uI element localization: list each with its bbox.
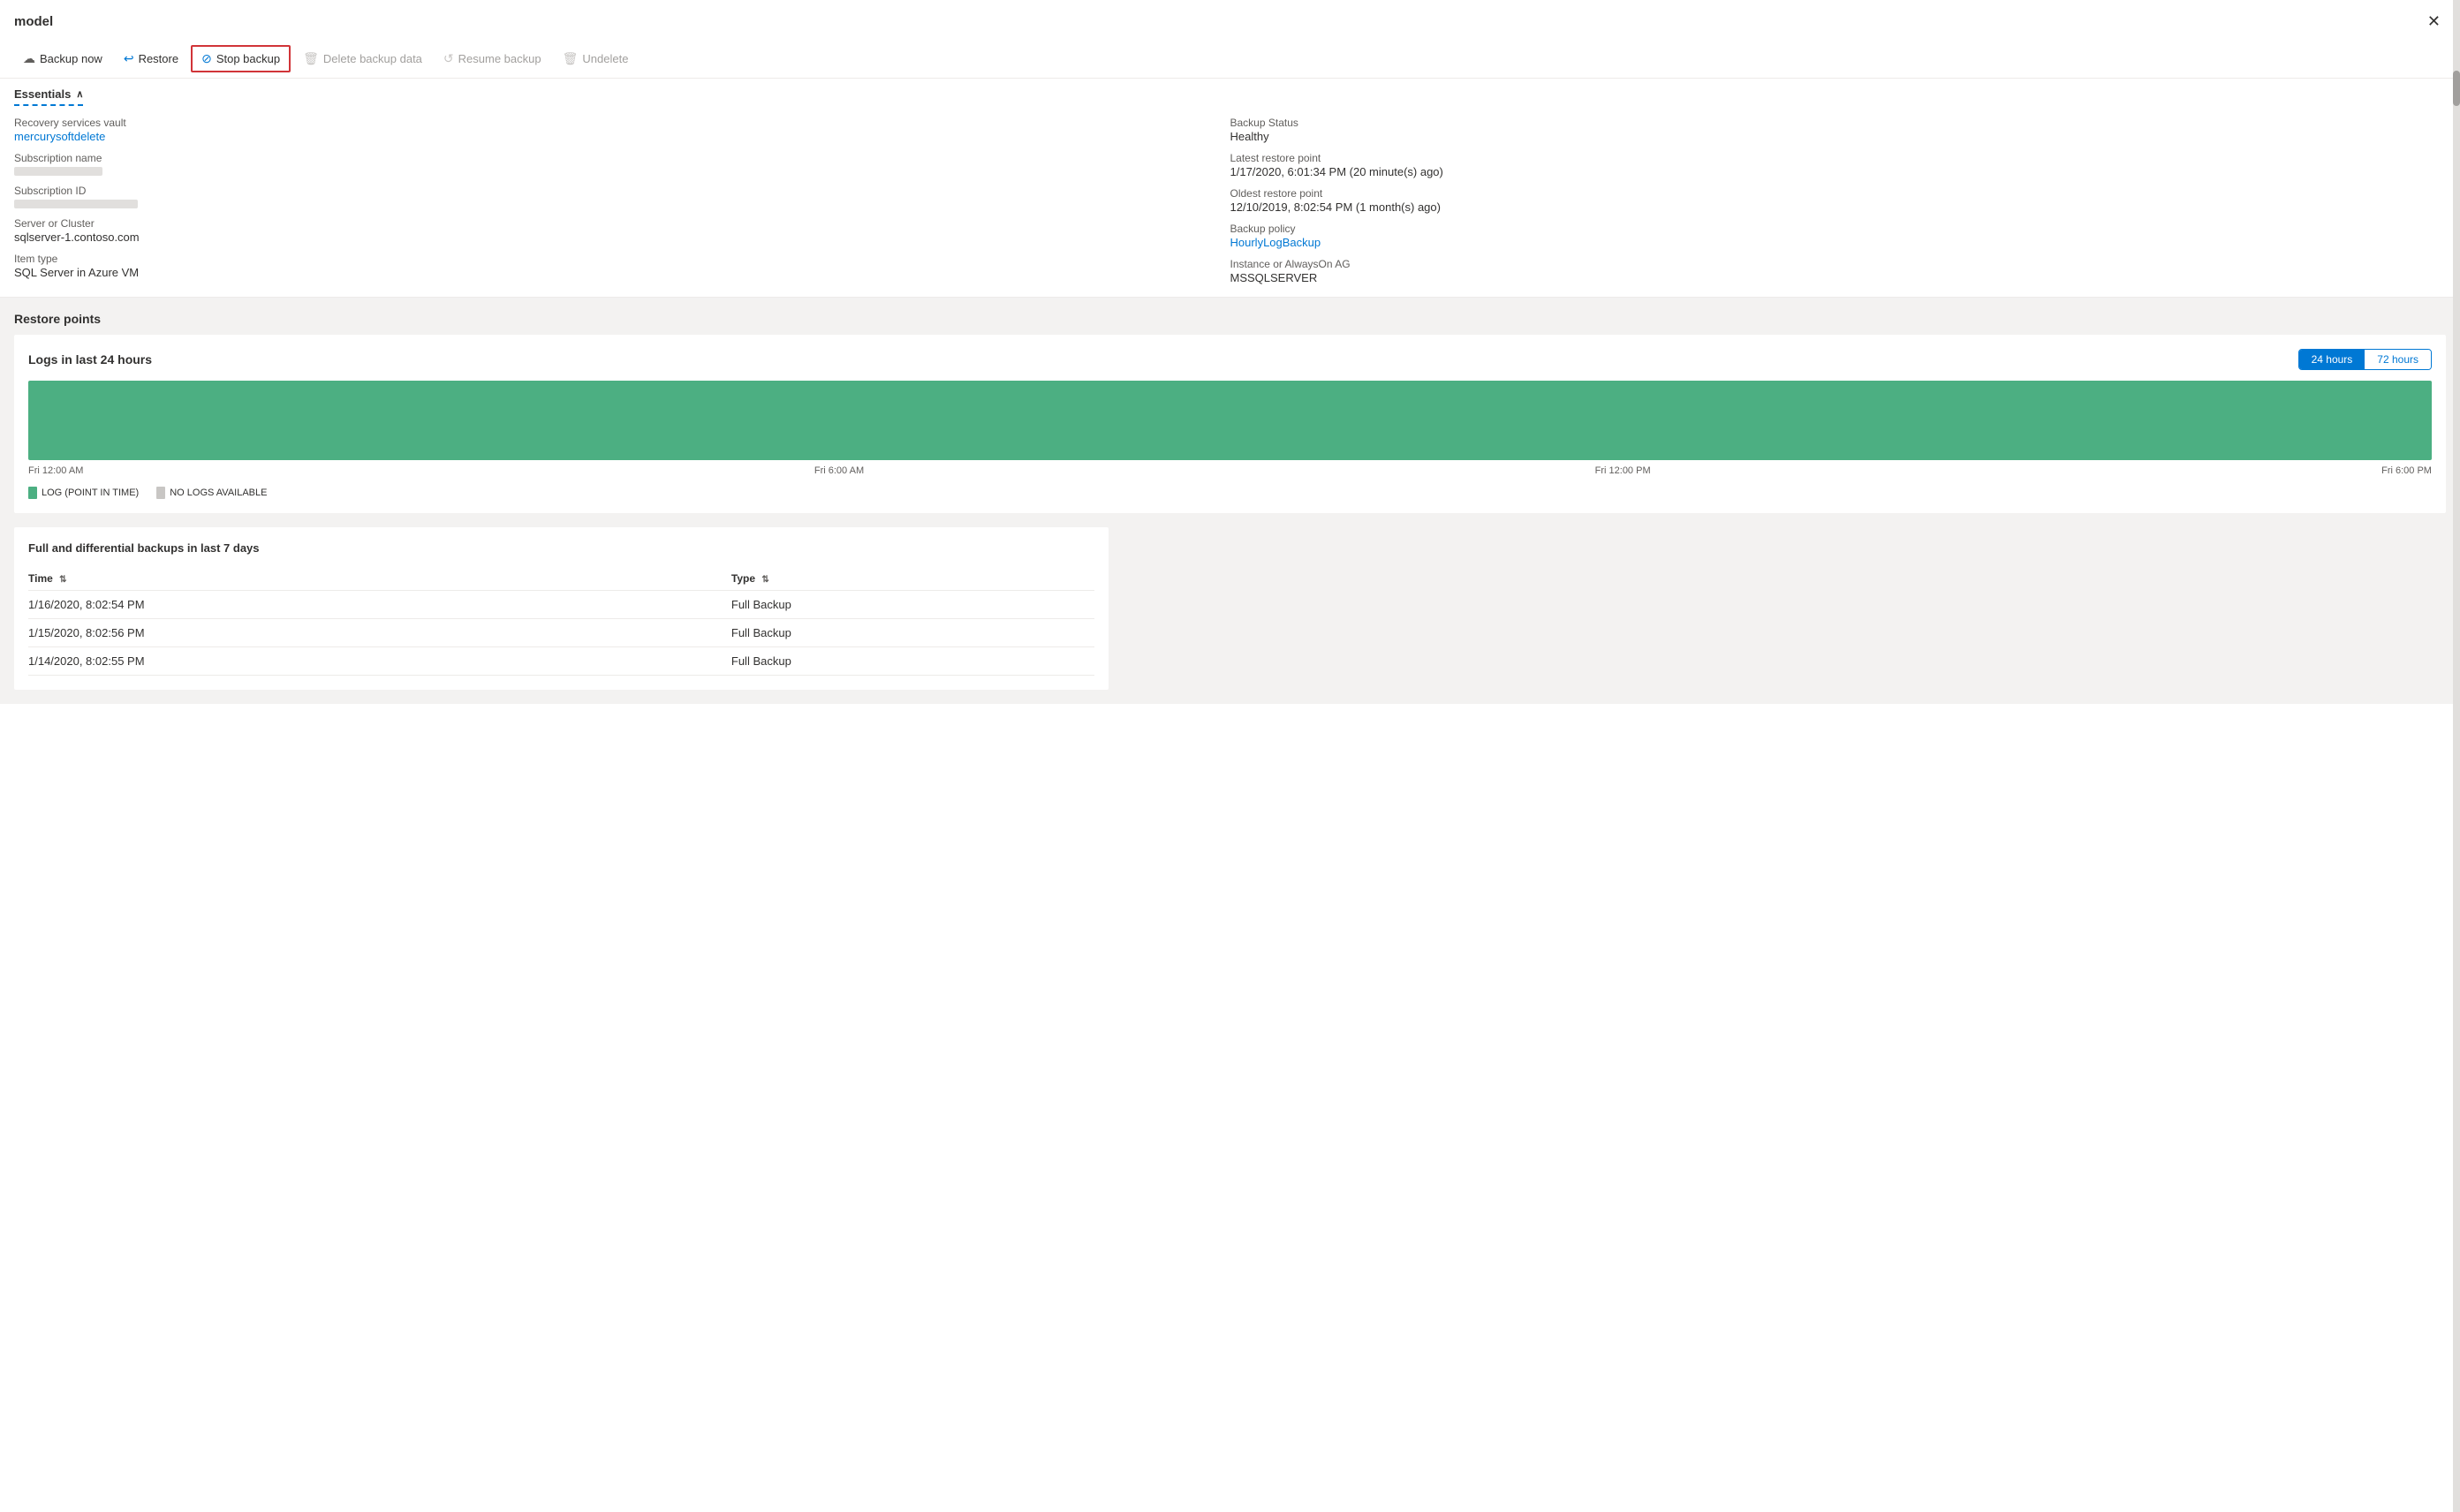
latest-restore-field: Latest restore point 1/17/2020, 6:01:34 …	[1230, 152, 2447, 178]
recovery-vault-field: Recovery services vault mercurysoftdelet…	[14, 117, 1230, 143]
backups-table-title: Full and differential backups in last 7 …	[28, 541, 1094, 555]
subscription-name-value	[14, 167, 102, 176]
backup-policy-field: Backup policy HourlyLogBackup	[1230, 223, 2447, 249]
legend-item-no-logs: NO LOGS AVAILABLE	[156, 487, 267, 499]
scrollbar-thumb	[2453, 71, 2460, 106]
toolbar: ☁ Backup now ↩ Restore ⊘ Stop backup 🗑 D…	[0, 40, 2460, 79]
type-sort-icon: ⇅	[761, 575, 768, 585]
stop-backup-icon: ⊘	[201, 51, 212, 66]
backup-time-cell: 1/15/2020, 8:02:56 PM	[28, 619, 731, 647]
instance-field: Instance or AlwaysOn AG MSSQLSERVER	[1230, 258, 2447, 284]
undelete-button[interactable]: 🗑 Undelete	[554, 47, 638, 71]
restore-icon: ↩	[124, 51, 134, 66]
log-chart-bar	[28, 381, 2432, 460]
essentials-left: Recovery services vault mercurysoftdelet…	[14, 117, 1230, 284]
backup-now-button[interactable]: ☁ Backup now	[14, 47, 111, 71]
restore-button[interactable]: ↩ Restore	[115, 47, 187, 71]
main-window: model ✕ ☁ Backup now ↩ Restore ⊘ Stop ba…	[0, 0, 2460, 1512]
time-column-header[interactable]: Time ⇅	[28, 567, 731, 591]
backups-card: Full and differential backups in last 7 …	[14, 527, 1109, 690]
chevron-up-icon: ∧	[76, 88, 83, 100]
delete-backup-icon: 🗑	[303, 51, 319, 66]
backups-table: Time ⇅ Type ⇅ 1/16/2020, 8:02:54 PMFull …	[28, 567, 1094, 676]
item-type-field: Item type SQL Server in Azure VM	[14, 253, 1230, 279]
undelete-icon: 🗑	[563, 51, 579, 66]
chart-title: Logs in last 24 hours	[28, 352, 152, 367]
resume-backup-icon: ↺	[443, 51, 454, 66]
backup-now-icon: ☁	[23, 51, 35, 66]
main-content: Restore points Logs in last 24 hours 24 …	[0, 298, 2460, 704]
x-axis-label-3: Fri 6:00 PM	[2381, 465, 2432, 476]
time-toggle: 24 hours 72 hours	[2298, 349, 2432, 370]
scrollbar[interactable]	[2453, 0, 2460, 1512]
backup-type-cell: Full Backup	[731, 647, 1094, 676]
restore-points-title: Restore points	[14, 312, 2446, 326]
legend-label-log: LOG (POINT IN TIME)	[42, 488, 139, 498]
subscription-id-field: Subscription ID	[14, 185, 1230, 208]
recovery-vault-link[interactable]: mercurysoftdelete	[14, 130, 1230, 143]
delete-backup-data-button[interactable]: 🗑 Delete backup data	[294, 47, 431, 71]
x-axis-label-1: Fri 6:00 AM	[814, 465, 864, 476]
close-button[interactable]: ✕	[2422, 11, 2446, 33]
backup-type-cell: Full Backup	[731, 591, 1094, 619]
window-title: model	[14, 14, 53, 29]
logs-chart-card: Logs in last 24 hours 24 hours 72 hours …	[14, 335, 2446, 513]
time-sort-icon: ⇅	[59, 575, 66, 585]
x-axis-label-2: Fri 12:00 PM	[1595, 465, 1651, 476]
backup-time-cell: 1/16/2020, 8:02:54 PM	[28, 591, 731, 619]
essentials-right: Backup Status Healthy Latest restore poi…	[1230, 117, 2447, 284]
title-bar: model ✕	[0, 0, 2460, 40]
essentials-section: Essentials ∧ Recovery services vault mer…	[0, 79, 2460, 298]
backup-policy-link[interactable]: HourlyLogBackup	[1230, 236, 2447, 249]
table-row: 1/14/2020, 8:02:55 PMFull Backup	[28, 647, 1094, 676]
essentials-grid: Recovery services vault mercurysoftdelet…	[14, 117, 2446, 284]
backup-time-cell: 1/14/2020, 8:02:55 PM	[28, 647, 731, 676]
72-hours-button[interactable]: 72 hours	[2365, 350, 2431, 369]
table-row: 1/15/2020, 8:02:56 PMFull Backup	[28, 619, 1094, 647]
legend-color-green	[28, 487, 37, 499]
chart-header: Logs in last 24 hours 24 hours 72 hours	[28, 349, 2432, 370]
x-axis-label-0: Fri 12:00 AM	[28, 465, 83, 476]
table-row: 1/16/2020, 8:02:54 PMFull Backup	[28, 591, 1094, 619]
resume-backup-button[interactable]: ↺ Resume backup	[435, 47, 550, 71]
chart-x-axis: Fri 12:00 AM Fri 6:00 AM Fri 12:00 PM Fr…	[28, 465, 2432, 476]
24-hours-button[interactable]: 24 hours	[2299, 350, 2365, 369]
essentials-header: Essentials ∧	[14, 87, 83, 106]
stop-backup-button[interactable]: ⊘ Stop backup	[191, 45, 291, 72]
subscription-id-value	[14, 200, 138, 208]
chart-legend: LOG (POINT IN TIME) NO LOGS AVAILABLE	[28, 487, 2432, 499]
legend-item-log: LOG (POINT IN TIME)	[28, 487, 139, 499]
backup-type-cell: Full Backup	[731, 619, 1094, 647]
legend-label-no-logs: NO LOGS AVAILABLE	[170, 488, 267, 498]
legend-color-gray	[156, 487, 165, 499]
oldest-restore-field: Oldest restore point 12/10/2019, 8:02:54…	[1230, 187, 2447, 214]
server-cluster-field: Server or Cluster sqlserver-1.contoso.co…	[14, 217, 1230, 244]
subscription-name-field: Subscription name	[14, 152, 1230, 176]
type-column-header[interactable]: Type ⇅	[731, 567, 1094, 591]
backup-status-field: Backup Status Healthy	[1230, 117, 2447, 143]
